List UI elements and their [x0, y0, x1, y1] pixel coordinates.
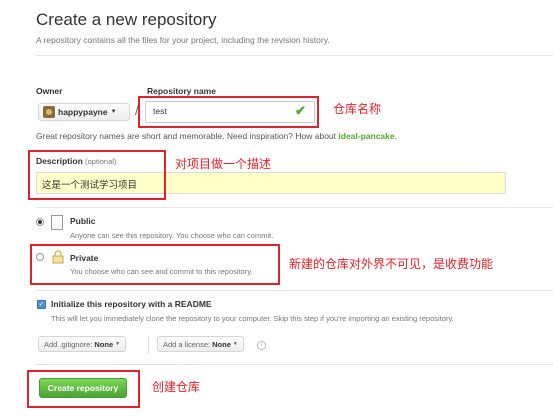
annotation-private: 新建的仓库对外界不可见，是收费功能: [289, 257, 494, 271]
gitignore-dropdown[interactable]: Add .gitignore: None ▼: [38, 336, 127, 352]
annotation-box-repo-name: [138, 96, 319, 128]
license-label: Add a license:: [163, 339, 211, 349]
hint-text: Great repository names are short and mem…: [36, 131, 339, 141]
license-dropdown[interactable]: Add a license: None ▼: [157, 336, 244, 352]
caret-down-icon: ▼: [110, 109, 117, 115]
section-divider-2: [36, 290, 553, 291]
repo-name-hint: Great repository names are short and mem…: [36, 131, 397, 141]
page-title: Create a new repository: [36, 10, 217, 29]
annotation-box-create: [27, 370, 140, 408]
section-divider-3: [36, 364, 553, 365]
annotation-box-description: [28, 150, 166, 200]
gitignore-label: Add .gitignore:: [44, 339, 93, 349]
annotation-description: 对项目做一个描述: [175, 157, 272, 171]
public-title: Public: [70, 216, 96, 226]
caret-down-icon: ▼: [232, 341, 238, 347]
owner-dropdown[interactable]: happypayne ▼: [38, 103, 130, 121]
public-radio[interactable]: [36, 218, 44, 226]
hint-suffix: .: [394, 131, 397, 141]
annotation-box-private: [30, 244, 280, 285]
section-divider-1: [36, 207, 553, 208]
annotation-create: 创建仓库: [152, 380, 201, 394]
readme-checkbox[interactable]: ✓: [37, 300, 46, 309]
header-divider: [36, 55, 553, 56]
avatar: [43, 106, 55, 118]
book-icon: [51, 215, 63, 230]
owner-value: happypayne: [58, 107, 108, 117]
public-description: Anyone can see this repository. You choo…: [70, 231, 274, 240]
caret-down-icon: ▼: [115, 341, 121, 347]
owner-label: Owner: [36, 86, 63, 96]
repo-name-label: Repository name: [147, 86, 216, 96]
license-value: None: [212, 339, 231, 349]
suggestion-link[interactable]: ideal-pancake: [338, 131, 394, 141]
info-icon[interactable]: i: [257, 341, 266, 350]
select-separator: [148, 336, 149, 354]
readme-title: Initialize this repository with a README: [51, 299, 212, 309]
page-subtitle: A repository contains all the files for …: [36, 35, 330, 45]
annotation-repo-name: 仓库名称: [333, 102, 382, 116]
gitignore-value: None: [94, 339, 114, 349]
readme-description: This will let you immediately clone the …: [51, 314, 454, 323]
